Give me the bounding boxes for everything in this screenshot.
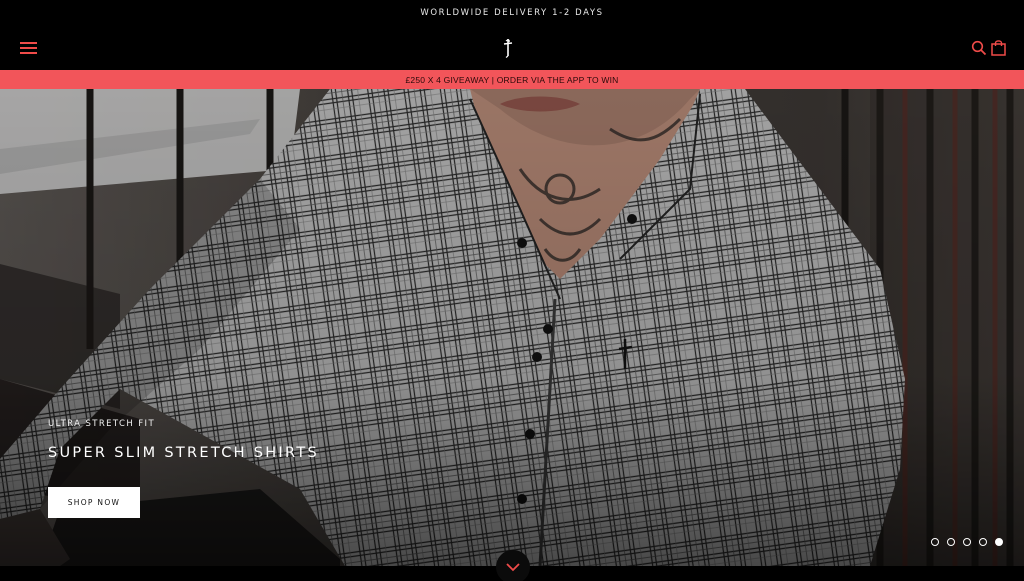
shop-now-button[interactable]: SHOP NOW	[48, 487, 140, 518]
chevron-down-icon[interactable]	[496, 550, 530, 581]
slide-dot[interactable]	[979, 538, 987, 546]
slide-dot[interactable]	[963, 538, 971, 546]
site-header	[0, 26, 1024, 70]
slide-dot[interactable]	[947, 538, 955, 546]
promo-banner[interactable]: £250 X 4 GIVEAWAY | ORDER VIA THE APP TO…	[0, 70, 1024, 89]
shop-now-label: SHOP NOW	[67, 498, 121, 507]
shopping-bag-icon[interactable]	[991, 39, 1006, 56]
hero-slideshow: ULTRA STRETCH FIT SUPER SLIM STRETCH SHI…	[0, 89, 1024, 566]
brand-logo-icon[interactable]	[500, 38, 516, 58]
hero-title: SUPER SLIM STRETCH SHIRTS	[48, 445, 319, 461]
search-icon[interactable]	[971, 40, 987, 56]
announcement-bar: WORLDWIDE DELIVERY 1-2 DAYS	[0, 0, 1024, 26]
hero-image	[0, 89, 1024, 566]
menu-button[interactable]	[20, 40, 38, 54]
hero-eyebrow: ULTRA STRETCH FIT	[48, 419, 156, 429]
slide-dot[interactable]	[931, 538, 939, 546]
announcement-text: WORLDWIDE DELIVERY 1-2 DAYS	[420, 8, 604, 18]
menu-line	[20, 42, 37, 44]
promo-text: £250 X 4 GIVEAWAY | ORDER VIA THE APP TO…	[405, 74, 619, 85]
slideshow-dots	[931, 538, 1003, 547]
menu-line	[20, 47, 37, 49]
menu-line	[20, 52, 37, 54]
slide-dot-active[interactable]	[995, 538, 1003, 546]
